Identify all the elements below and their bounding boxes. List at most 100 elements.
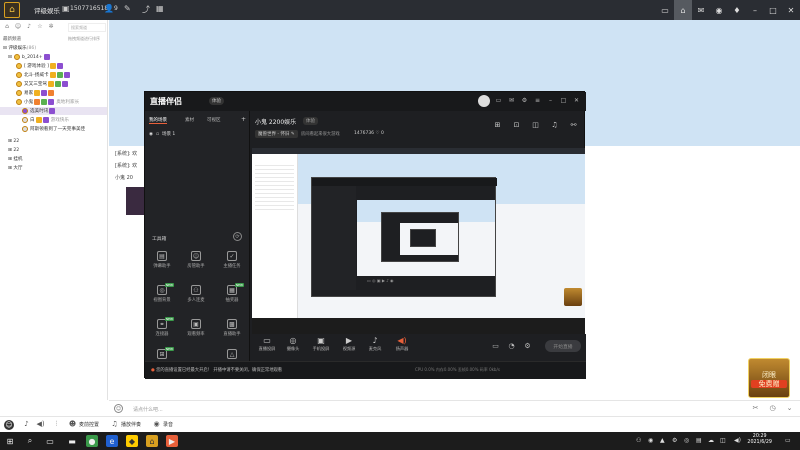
channel-row[interactable]: ⊟ 评级娱乐 (86) <box>0 44 107 52</box>
sign-icon[interactable]: ✎ <box>124 4 131 13</box>
phone-cast-button[interactable]: ▣ 手机投屏 <box>310 336 332 352</box>
tab-visible[interactable]: 可视区 <box>207 117 221 123</box>
mic-button[interactable]: ♪ 麦克风 <box>364 336 386 352</box>
layout-icon[interactable]: ⊞ <box>493 121 502 130</box>
app-green-icon[interactable]: ● <box>86 435 98 447</box>
speaker-button[interactable]: ◀) 扬声器 <box>391 336 413 352</box>
volume-icon[interactable]: ◀) <box>734 437 741 444</box>
mic-button[interactable]: ♪ <box>22 420 31 429</box>
notification-icon[interactable]: ▭ <box>785 437 791 444</box>
mixer-button[interactable]: ⫶ <box>52 420 61 429</box>
video-source-button[interactable]: ▶ 视频源 <box>338 336 360 352</box>
channel-row[interactable]: ⊟ b_2014+ <box>0 53 107 61</box>
channel-row[interactable]: ⊞ 22 <box>0 146 107 154</box>
settings-icon[interactable]: ⚙ <box>521 96 528 105</box>
maximize-icon[interactable]: □ <box>560 96 567 105</box>
explorer-icon[interactable]: ▬ <box>66 435 78 447</box>
message-icon[interactable]: ✉ <box>692 0 710 20</box>
emoji-icon[interactable]: ☺ <box>114 404 123 413</box>
record-icon[interactable]: ▭ <box>491 342 500 351</box>
minimize-icon[interactable]: – <box>547 96 554 105</box>
game-category[interactable]: 魔兽世界 - 怀旧 ✎ <box>255 130 298 138</box>
lock-icon[interactable]: ⊡ <box>512 121 521 130</box>
channel-row[interactable]: 阿斯顿看到了一天完事美佳 <box>0 125 107 133</box>
maximize-icon[interactable]: □ <box>764 0 782 20</box>
windows-start-icon[interactable]: ⊞ <box>4 435 16 447</box>
tray-icon[interactable]: ▤ <box>696 437 702 444</box>
task-view-icon[interactable]: ▭ <box>44 435 56 447</box>
tool-connect[interactable]: ⚭ 连接器 NEW <box>149 317 175 343</box>
browser-icon[interactable]: e <box>106 435 118 447</box>
system-clock[interactable]: 20:29 2021/6/29 <box>747 434 772 446</box>
live-companion-icon[interactable]: ▶ <box>166 435 178 447</box>
screen-icon[interactable]: ▭ <box>495 96 502 105</box>
tool-lottery[interactable]: ▦ 抽奖器 NEW <box>219 283 245 309</box>
channel-row[interactable]: 又又三宝驾 <box>0 80 107 88</box>
timer-icon[interactable]: ◔ <box>507 342 516 351</box>
close-icon[interactable]: ✕ <box>573 96 580 105</box>
minimize-icon[interactable]: – <box>746 0 764 20</box>
version-badge[interactable]: 体验 <box>209 97 224 105</box>
channel-row[interactable]: ⊞ 22 <box>0 137 107 145</box>
title-badge[interactable]: 体验 <box>303 117 318 125</box>
tray-icon[interactable]: ▲ <box>660 437 665 444</box>
tray-icon[interactable]: ◎ <box>684 437 689 444</box>
speaker-button[interactable]: ◀) <box>36 420 45 429</box>
toolbox-toggle-icon[interactable]: ⟳ <box>233 232 242 241</box>
person-icon[interactable]: ☺ <box>14 23 22 31</box>
channel-row[interactable]: [ 游戏体验 ] <box>0 62 107 70</box>
chevron-down-icon[interactable]: ⌄ <box>785 404 794 413</box>
star-icon[interactable]: ☆ <box>36 23 44 31</box>
expand-icon[interactable]: ⊟ <box>3 46 7 51</box>
filter-icon[interactable]: ◫ <box>531 121 540 130</box>
tree-icon[interactable]: ⌂ <box>3 23 11 31</box>
eye-icon[interactable]: ◉ <box>149 132 153 137</box>
channel-row[interactable]: ⊞ 大厅 <box>0 164 107 172</box>
tray-icon[interactable]: ⚇ <box>636 437 641 444</box>
tool-danmaku[interactable]: ▤ 弹幕助手 <box>149 251 175 275</box>
start-live-button[interactable]: 开始直播 <box>545 340 581 352</box>
channel-row[interactable]: 小鬼 奥地利家长 <box>0 98 107 106</box>
avatar-button[interactable]: ☺ <box>4 420 14 430</box>
channel-row[interactable]: 北斗-扬威卡 <box>0 71 107 79</box>
settings-icon[interactable]: ⚙ <box>523 342 532 351</box>
tool-task[interactable]: ✓ 主播任务 <box>219 251 245 275</box>
scissors-icon[interactable]: ✂ <box>751 404 760 413</box>
tool-calendar[interactable]: ▣ 观看频率 <box>183 319 209 343</box>
tray-icon[interactable]: ☁ <box>708 437 714 444</box>
chat-image[interactable] <box>126 187 146 215</box>
settings-icon[interactable]: ✲ <box>47 23 55 31</box>
tool-assist[interactable]: ▩ 直播助手 <box>219 319 245 343</box>
voice-control-button[interactable]: ☻ 麦前控置 <box>68 420 99 429</box>
play-music-button[interactable]: ♫ 播放伴奏 <box>110 420 141 429</box>
tab-materials[interactable]: 素材 <box>185 117 194 123</box>
tab-scenes[interactable]: 我的场景 <box>149 117 167 124</box>
tool-view[interactable]: ◎ 视图背景 NEW <box>149 283 175 309</box>
record-button[interactable]: ◉ 录音 <box>152 420 173 429</box>
gift-banner[interactable]: 闭眼 免费赠 <box>748 358 790 398</box>
tool-admin[interactable]: ☺ 房管助手 <box>183 251 209 275</box>
user-avatar[interactable] <box>478 95 490 107</box>
share-icon[interactable]: ⚯ <box>569 121 578 130</box>
channel-row[interactable]: ⊞ 挂机 <box>0 155 107 163</box>
cast-button[interactable]: ▭ 直播投屏 <box>256 336 278 352</box>
menu-icon[interactable]: ≡ <box>534 96 541 105</box>
channel-row[interactable]: 白游戏快乐 <box>0 116 107 124</box>
channel-search-input[interactable]: 搜索频道 <box>68 23 106 32</box>
channel-row-selected[interactable]: 选美时讯 <box>0 107 107 115</box>
home-icon[interactable]: ⌂ <box>674 0 692 20</box>
game-icon[interactable]: ◉ <box>710 0 728 20</box>
message-icon[interactable]: ✉ <box>508 96 515 105</box>
screen-icon[interactable]: ▭ <box>656 0 674 20</box>
grid-icon[interactable]: ▦ <box>156 4 164 13</box>
network-icon[interactable]: ◫ <box>720 437 726 444</box>
tray-icon[interactable]: ⚙ <box>672 437 677 444</box>
tray-icon[interactable]: ◉ <box>648 437 653 444</box>
tool-multi[interactable]: ⚇ 多人连麦 <box>183 285 209 309</box>
clock-icon[interactable]: ◷ <box>768 404 777 413</box>
yy-app-icon[interactable]: ⌂ <box>146 435 158 447</box>
search-icon[interactable]: ⌕ <box>24 435 36 447</box>
bell-icon[interactable]: ♫ <box>550 121 559 130</box>
share-icon[interactable]: ⤴ <box>142 4 150 15</box>
chat-input[interactable]: 请点什么吧... <box>133 406 163 413</box>
